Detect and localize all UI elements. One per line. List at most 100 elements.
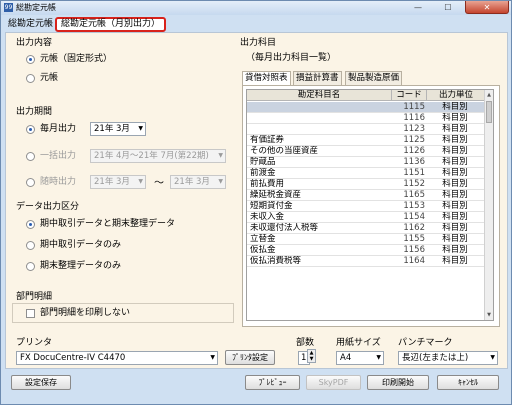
tab-general-ledger-monthly[interactable]: 総勘定元帳（月別出力） [55,17,167,32]
table-row[interactable]: 有価証券 1125 科目別 [247,135,485,146]
account-name-cell [250,113,390,124]
radio-range[interactable] [26,152,35,161]
account-code-cell: 1136 [403,157,425,167]
monthly-select[interactable]: 21年 3月 ▼ [90,122,146,136]
preview-button[interactable]: ﾌﾟﾚﾋﾞｭｰ [245,375,300,390]
table-row[interactable]: 1123 科目別 [247,124,485,135]
scroll-thumb[interactable] [486,101,492,123]
cancel-button[interactable]: ｷｬﾝｾﾙ [437,375,499,390]
column-account-name[interactable]: 勘定科目名 [247,90,392,101]
radio-data-interim-label: 期中取引データのみ [40,240,122,250]
radio-data-closing[interactable] [26,262,35,271]
table-row[interactable]: 貯蔵品 1136 科目別 [247,157,485,168]
output-unit-cell: 科目別 [442,179,468,189]
tab-general-ledger[interactable]: 総勘定元帳 [5,17,56,32]
radio-monthly-label: 毎月出力 [40,124,77,134]
account-code-cell: 1116 [403,113,425,123]
radio-ledger[interactable] [26,74,35,83]
table-row[interactable]: 未収還付法人税等 1162 科目別 [247,223,485,234]
chevron-down-icon: ▼ [210,354,215,361]
radio-data-closing-label: 期末整理データのみ [40,261,122,271]
table-row[interactable]: 立替金 1155 科目別 [247,234,485,245]
account-name-cell: 前渡金 [250,168,276,178]
tab-balance-sheet[interactable]: 貸借対照表 [242,71,291,86]
radio-ledger-fixed[interactable] [26,55,35,64]
account-name-cell: 繰延税金資産 [250,190,302,200]
skypdf-button[interactable]: SkyPDF [306,375,361,390]
account-code-cell: 1115 [403,102,425,112]
title-bar: 99 総勘定元帳 — ☐ ✕ [1,1,511,15]
copies-spinner[interactable]: ▲ ▼ [307,349,316,363]
chevron-down-icon: ▼ [218,152,223,159]
punch-select-value: 長辺(左または上) [402,353,469,363]
range-select[interactable]: 21年 4月〜21年 7月(第22期) ▼ [90,149,226,163]
copies-title: 部数 [296,338,315,348]
application-window: 99 総勘定元帳 — ☐ ✕ 総勘定元帳 総勘定元帳（月別出力） 出力内容 元帳… [0,0,512,405]
output-content-title: 出力内容 [16,38,53,48]
chevron-down-icon: ▼ [138,178,143,185]
output-unit-cell: 科目別 [442,212,468,222]
table-row[interactable]: 仮払金 1156 科目別 [247,245,485,256]
department-checkbox[interactable] [26,309,35,318]
account-name-cell: 前払費用 [250,179,285,189]
chevron-down-icon: ▼ [138,125,143,132]
column-output-unit[interactable]: 出力単位 [427,90,485,101]
account-code-cell: 1155 [403,234,425,244]
account-code-cell: 1125 [403,135,425,145]
monthly-select-value: 21年 3月 [94,124,130,134]
anytime-from-select[interactable]: 21年 3月 ▼ [90,175,146,189]
radio-anytime[interactable] [26,178,35,187]
account-code-cell: 1162 [403,223,425,233]
account-code-cell: 1164 [403,256,425,266]
radio-range-label: 一括出力 [40,151,77,161]
radio-data-both-label: 期中取引データと期末整理データ [40,219,176,229]
table-row[interactable]: 短期貸付金 1153 科目別 [247,201,485,212]
printer-select[interactable]: FX DocuCentre-IV C4470 ▼ [16,351,218,365]
radio-data-both[interactable] [26,220,35,229]
account-name-cell: 仮払金 [250,245,276,255]
table-row[interactable]: 仮払消費税等 1164 科目別 [247,256,485,267]
tab-income-statement[interactable]: 損益計算書 [293,71,342,85]
column-code[interactable]: コード [392,90,427,101]
punch-title: パンチマーク [398,338,453,348]
accounts-tabs: 貸借対照表 損益計算書 製品製造原価 [242,71,442,86]
account-name-cell: 短期貸付金 [250,201,293,211]
chevron-down-icon: ▼ [376,354,381,361]
account-name-cell [250,124,390,135]
scroll-down-icon[interactable]: ▼ [485,311,493,319]
table-row[interactable]: 1115 科目別 [247,102,485,113]
anytime-from-value: 21年 3月 [94,177,130,187]
punch-select[interactable]: 長辺(左または上) ▼ [398,351,498,365]
scroll-up-icon[interactable]: ▲ [485,91,493,99]
paper-select-value: A4 [340,353,352,363]
range-select-value: 21年 4月〜21年 7月(第22期) [94,151,209,161]
window-title: 総勘定元帳 [16,3,56,12]
radio-data-interim[interactable] [26,241,35,250]
output-unit-cell: 科目別 [442,223,468,233]
department-title: 部門明細 [16,292,53,302]
table-row[interactable]: 未収入金 1154 科目別 [247,212,485,223]
output-unit-cell: 科目別 [442,190,468,200]
maximize-button[interactable]: ☐ [433,1,463,14]
table-row[interactable]: その他の当座資産 1126 科目別 [247,146,485,157]
app-icon: 99 [4,3,13,12]
account-code-cell: 1126 [403,146,425,156]
radio-monthly[interactable] [26,125,35,134]
paper-select[interactable]: A4 ▼ [336,351,384,365]
table-row[interactable]: 前払費用 1152 科目別 [247,179,485,190]
accounts-subtitle: （毎月出力科目一覧） [246,53,337,63]
grid-header: 勘定科目名 コード 出力単位 [247,90,485,101]
table-row[interactable]: 前渡金 1151 科目別 [247,168,485,179]
accounts-grid[interactable]: 勘定科目名 コード 出力単位 1115 科目別 1116 科目別 1123 科目別 有価証券… [246,89,494,321]
account-name-cell: 未収還付法人税等 [250,223,319,233]
tab-manufacturing-cost[interactable]: 製品製造原価 [345,71,403,85]
anytime-to-select[interactable]: 21年 3月 ▼ [170,175,226,189]
minimize-button[interactable]: — [403,1,433,14]
save-settings-button[interactable]: 設定保存 [11,375,71,390]
close-button[interactable]: ✕ [465,1,509,14]
table-row[interactable]: 繰延税金資産 1165 科目別 [247,190,485,201]
printer-settings-button[interactable]: ﾌﾟﾘﾝﾀ設定 [225,350,275,365]
grid-scrollbar[interactable]: ▲ ▼ [484,90,493,320]
table-row[interactable]: 1116 科目別 [247,113,485,124]
print-button[interactable]: 印刷開始 [367,375,429,390]
